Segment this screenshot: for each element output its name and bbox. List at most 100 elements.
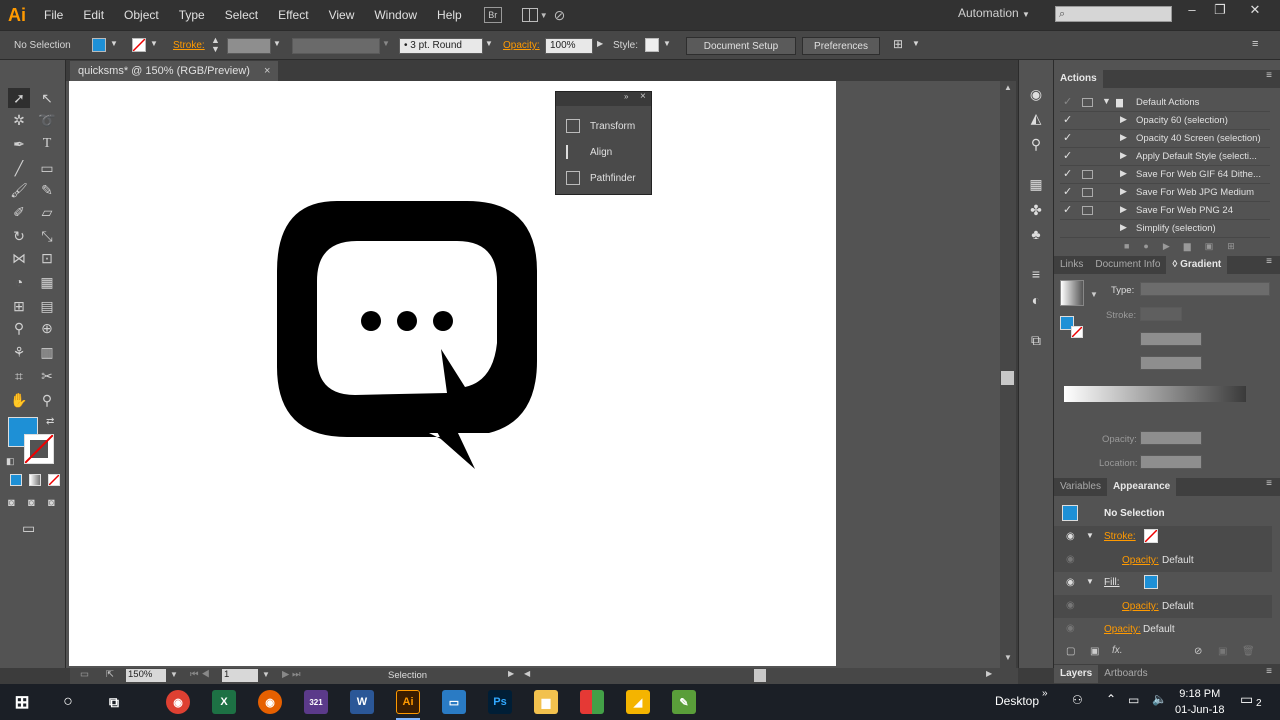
column-graph-tool-icon[interactable]: ▥ bbox=[36, 342, 58, 362]
gradient-aspect-field[interactable] bbox=[1140, 356, 1202, 370]
help-search-input[interactable]: ⌕ bbox=[1055, 6, 1172, 22]
opacity-link[interactable]: Opacity: bbox=[1122, 555, 1159, 566]
tab-layers[interactable]: Layers bbox=[1054, 665, 1099, 683]
menu-help[interactable]: Help bbox=[427, 0, 472, 30]
panel-menu-icon[interactable]: ≡ bbox=[1266, 70, 1272, 81]
draw-normal-icon[interactable]: ◙ bbox=[8, 497, 15, 509]
artboard-number-field[interactable]: 1 bbox=[222, 669, 258, 682]
shape-builder-tool-icon[interactable]: ◔ bbox=[8, 272, 30, 292]
tab-artboards[interactable]: Artboards bbox=[1098, 665, 1153, 683]
chevron-down-icon[interactable]: ▼ bbox=[150, 39, 158, 48]
menu-object[interactable]: Object bbox=[114, 0, 169, 30]
action-row[interactable]: ✓ ▶ Save For Web PNG 24 bbox=[1060, 202, 1270, 220]
tab-document-info[interactable]: Document Info bbox=[1089, 256, 1166, 274]
action-row[interactable]: ▶ Simplify (selection) bbox=[1060, 220, 1270, 238]
visibility-eye-icon[interactable]: ◉ bbox=[1066, 577, 1075, 588]
scroll-left-icon[interactable]: ◀ bbox=[524, 669, 530, 678]
chevron-right-icon[interactable]: ▶ bbox=[1120, 132, 1127, 143]
brush-definition-field[interactable]: • 3 pt. Round bbox=[399, 38, 483, 54]
opacity-field[interactable]: 100% bbox=[545, 38, 593, 54]
appearance-object-opacity-row[interactable]: ◉ Opacity: Default bbox=[1054, 618, 1272, 641]
fill-swatch[interactable] bbox=[92, 38, 106, 52]
visibility-eye-icon[interactable]: ◉ bbox=[1066, 554, 1075, 565]
stroke-none-swatch[interactable] bbox=[132, 38, 146, 52]
appearance-fill-row[interactable]: ◉ ▼ Fill: bbox=[1054, 572, 1272, 595]
task-view-icon[interactable]: ⧉ bbox=[102, 690, 126, 714]
action-row[interactable]: ✓ ▶ Save For Web GIF 64 Dithe... bbox=[1060, 166, 1270, 184]
chevron-down-icon[interactable]: ▼ bbox=[262, 670, 270, 679]
network-icon[interactable]: ▭ bbox=[1128, 693, 1139, 707]
stroke-weight-field[interactable] bbox=[227, 38, 271, 54]
blend-tool-icon[interactable]: ⊕ bbox=[36, 318, 58, 338]
notes-app-icon[interactable]: ✎ bbox=[672, 690, 696, 714]
chevron-down-icon[interactable]: ▼ bbox=[540, 11, 548, 20]
draw-inside-icon[interactable]: ◙ bbox=[48, 497, 55, 509]
panel-menu-icon[interactable]: ≡ bbox=[1266, 666, 1272, 677]
dialog-toggle-icon[interactable] bbox=[1082, 188, 1093, 197]
action-row[interactable]: ✓ ▶ Opacity 40 Screen (selection) bbox=[1060, 130, 1270, 148]
status-menu-icon[interactable]: ▶ bbox=[508, 669, 514, 678]
people-icon[interactable]: ⚇ bbox=[1072, 693, 1083, 707]
calendar-app-icon[interactable]: 321 bbox=[304, 690, 328, 714]
cortana-search-icon[interactable]: ○ bbox=[56, 690, 80, 714]
menu-effect[interactable]: Effect bbox=[268, 0, 318, 30]
computer-icon[interactable]: ▭ bbox=[442, 690, 466, 714]
gpu-performance-icon[interactable]: ⊘ bbox=[554, 7, 566, 24]
visibility-eye-icon[interactable]: ◉ bbox=[1066, 623, 1075, 634]
dialog-toggle-icon[interactable] bbox=[1082, 98, 1093, 107]
check-icon[interactable]: ✓ bbox=[1063, 185, 1072, 198]
document-setup-button[interactable]: Document Setup bbox=[686, 37, 796, 55]
gradient-preview-swatch[interactable] bbox=[1060, 280, 1084, 306]
panel-header[interactable]: » × bbox=[556, 91, 651, 106]
none-mode-icon[interactable] bbox=[48, 474, 60, 486]
eyedropper-tool-icon[interactable]: ⚲ bbox=[8, 318, 30, 338]
color-panel-icon[interactable]: ◉ bbox=[1027, 86, 1045, 104]
menu-select[interactable]: Select bbox=[215, 0, 268, 30]
add-stroke-icon[interactable]: ▢ bbox=[1066, 646, 1075, 657]
chevron-down-icon[interactable]: ▼ bbox=[110, 39, 118, 48]
graphic-styles-icon[interactable]: ⧉ bbox=[1027, 332, 1045, 350]
bridge-button[interactable]: Br bbox=[483, 7, 502, 23]
chevron-right-icon[interactable]: ▶ bbox=[1120, 186, 1127, 197]
chevron-right-icon[interactable]: ▶ bbox=[1120, 168, 1127, 179]
quicksms-logo-artwork[interactable] bbox=[69, 81, 836, 666]
color-guide-icon[interactable]: ◭ bbox=[1027, 110, 1045, 128]
screen-mode-icon[interactable]: ▭ bbox=[22, 520, 35, 537]
chevron-right-icon[interactable]: ▶ bbox=[597, 39, 603, 48]
check-icon[interactable]: ✓ bbox=[1063, 203, 1072, 216]
rectangle-tool-icon[interactable]: ▭ bbox=[36, 158, 58, 178]
mesh-tool-icon[interactable]: ⊞ bbox=[8, 296, 30, 316]
chevron-right-icon[interactable]: ▶ bbox=[1120, 222, 1127, 233]
dialog-toggle-icon[interactable] bbox=[1082, 170, 1093, 179]
paintbrush-tool-icon[interactable]: 🖌 bbox=[8, 180, 30, 200]
word-icon[interactable]: W bbox=[350, 690, 374, 714]
gradient-slider[interactable] bbox=[1064, 386, 1246, 402]
opacity-label[interactable]: Opacity: bbox=[503, 40, 540, 51]
action-set-row[interactable]: ✓ ▼ ▆ Default Actions bbox=[1060, 94, 1270, 112]
chevron-down-icon[interactable]: ▼ bbox=[663, 39, 671, 48]
chevron-down-icon[interactable]: ▼ bbox=[1102, 96, 1111, 106]
winrar-icon[interactable] bbox=[580, 690, 604, 714]
chevron-down-icon[interactable]: ▼ bbox=[1086, 577, 1094, 586]
google-drive-icon[interactable]: ◢ bbox=[626, 690, 650, 714]
gradient-opacity-field[interactable] bbox=[1140, 431, 1202, 445]
chevron-down-icon[interactable]: ▼ bbox=[912, 39, 920, 48]
recolor-icon[interactable]: ⚲ bbox=[1027, 136, 1045, 154]
graphic-style-swatch[interactable] bbox=[645, 38, 659, 52]
close-icon[interactable]: × bbox=[640, 91, 646, 102]
tab-appearance[interactable]: Appearance bbox=[1106, 478, 1177, 496]
action-center-icon[interactable]: ▭ bbox=[1240, 691, 1253, 708]
chrome-icon[interactable]: ◉ bbox=[166, 690, 190, 714]
check-icon[interactable]: ✓ bbox=[1063, 113, 1072, 126]
arrange-documents-icon[interactable] bbox=[521, 8, 538, 22]
free-transform-tool-icon[interactable]: ⊡ bbox=[36, 248, 58, 268]
symbol-sprayer-tool-icon[interactable]: ⚘ bbox=[8, 342, 30, 362]
add-fill-icon[interactable]: ▣ bbox=[1090, 646, 1099, 657]
close-window-button[interactable]: ✕ bbox=[1243, 2, 1267, 18]
action-row[interactable]: ✓ ▶ Save For Web JPG Medium bbox=[1060, 184, 1270, 202]
chevron-up-icon[interactable]: ⌃ bbox=[1106, 692, 1116, 706]
check-icon[interactable]: ✓ bbox=[1063, 149, 1072, 162]
menu-file[interactable]: File bbox=[34, 0, 73, 30]
tab-actions[interactable]: Actions bbox=[1054, 70, 1103, 88]
actions-controls[interactable]: ■●▶▆▣⊞ bbox=[1124, 241, 1249, 252]
